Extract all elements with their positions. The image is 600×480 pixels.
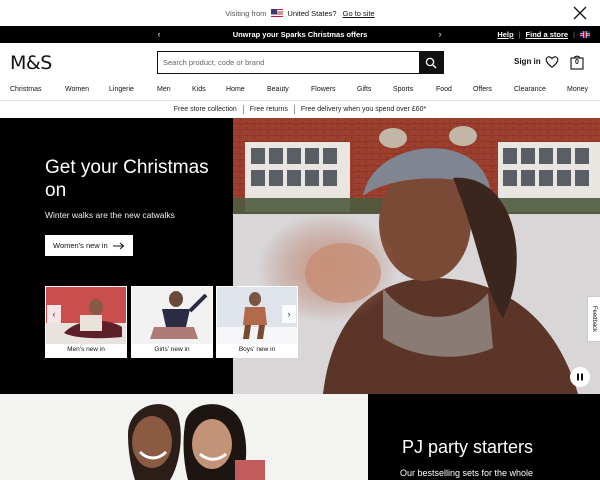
nav-item-lingerie[interactable]: Lingerie [109,86,134,93]
ms-logo[interactable]: M&S [10,52,52,74]
chevron-left-icon: ‹ [52,309,56,319]
nav-item-flowers[interactable]: Flowers [311,86,336,93]
nav-item-beauty[interactable]: Beauty [267,86,289,93]
arrow-right-icon [112,242,124,249]
divider [242,105,244,114]
chevron-right-icon[interactable]: › [434,28,446,40]
nav-item-home[interactable]: Home [226,86,245,93]
search-bar [157,51,444,74]
tiles-prev-arrow[interactable]: ‹ [47,305,61,323]
tile-image [132,287,212,344]
pj-image[interactable] [0,394,368,480]
uk-flag-icon[interactable] [580,31,590,38]
pj-panel: PJ party starters Our bestselling sets f… [368,394,600,480]
button-label: Women's new in [53,241,108,250]
tiles-next-arrow[interactable]: › [282,305,296,323]
country-prefix: Visiting from [225,8,267,18]
nav-item-women[interactable]: Women [65,86,89,93]
nav-item-clearance[interactable]: Clearance [514,86,546,93]
service-strip: Free store collection Free returns Free … [0,100,600,118]
category-nav: Christmas Women Lingerie Men Kids Home B… [0,83,600,100]
us-flag-icon [271,9,284,17]
nav-item-gifts[interactable]: Gifts [357,86,371,93]
divider [293,105,295,114]
divider: | [573,30,575,39]
help-link[interactable]: Help [497,30,513,39]
pj-title: PJ party starters [402,437,534,457]
nav-item-sports[interactable]: Sports [393,86,413,93]
pause-icon [577,373,583,381]
search-icon [425,57,437,68]
search-input[interactable] [158,52,419,73]
bag-button[interactable]: 0 [570,54,584,70]
nav-item-offers[interactable]: Offers [473,86,492,93]
service-store-collection[interactable]: Free store collection [174,106,237,113]
hero-copy: Get your Christmas on Winter walks are t… [45,156,215,220]
bag-count: 0 [575,59,579,66]
feedback-tab[interactable]: Feedback [587,296,600,342]
pj-banner[interactable]: PJ party starters Our bestselling sets f… [0,394,600,480]
service-free-delivery[interactable]: Free delivery when you spend over £60* [301,106,426,113]
hero-banner[interactable]: Get your Christmas on Winter walks are t… [0,118,600,394]
chevron-right-icon: › [287,309,291,319]
hero-title: Get your Christmas on [45,157,209,201]
tile-label: Men's new in [67,346,105,353]
nav-item-christmas[interactable]: Christmas [10,86,42,93]
search-button[interactable] [419,52,443,73]
promo-message[interactable]: Unwrap your Sparks Christmas offers [233,30,368,39]
feedback-label: Feedback [591,305,598,333]
tile-label: Girls' new in [154,346,190,353]
site-header: M&S Sign in 0 [0,43,600,83]
country-bar: Visiting from United States? Go to site [0,0,600,26]
divider: | [518,30,521,39]
nav-item-men[interactable]: Men [157,86,171,93]
close-icon[interactable] [572,5,588,21]
pause-button[interactable] [570,367,590,387]
utility-links: Help | Find a store | [497,26,590,43]
promo-bar: ‹ Unwrap your Sparks Christmas offers › … [0,26,600,43]
chevron-left-icon[interactable]: ‹ [153,28,165,40]
heart-icon[interactable] [545,55,559,69]
hero-subtitle: Winter walks are the new catwalks [45,210,175,220]
country-name: United States? [287,8,337,18]
tile-girls-new-in[interactable]: Girls' new in [131,286,213,358]
pj-subtitle: Our bestselling sets for the whole [400,468,534,478]
service-free-returns[interactable]: Free returns [250,106,288,113]
nav-item-food[interactable]: Food [436,86,452,93]
nav-item-money[interactable]: Money [567,86,588,93]
category-tiles: Men's new in Girls' new in Boys' new in … [45,286,298,358]
find-store-link[interactable]: Find a store [526,30,569,39]
nav-item-kids[interactable]: Kids [192,86,206,93]
go-to-site-link[interactable]: Go to site [343,9,375,18]
womens-new-in-button[interactable]: Women's new in [45,235,133,256]
sign-in-link[interactable]: Sign in [514,57,541,66]
tile-label: Boys' new in [238,346,276,353]
